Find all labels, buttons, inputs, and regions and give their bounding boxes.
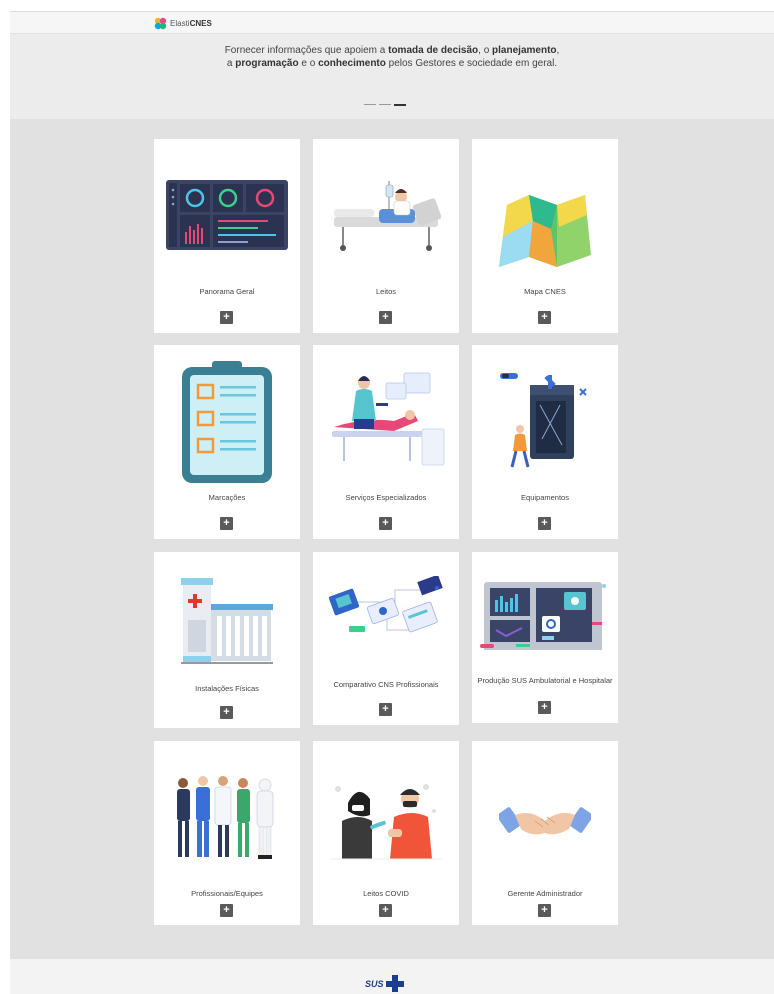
card-profissionais-equipes[interactable]: Profissionais/Equipes + — [154, 741, 300, 925]
page-frame: ElastiCNES Fornecer informações que apoi… — [10, 11, 774, 994]
carousel-indicators — [364, 103, 406, 106]
card-mapa-cnes[interactable]: Mapa CNES + — [472, 139, 618, 333]
expand-button[interactable]: + — [538, 904, 551, 917]
card-title: Instalações Físicas — [195, 684, 259, 693]
card-instalacoes-fisicas[interactable]: Instalações Físicas + — [154, 552, 300, 728]
expand-button[interactable]: + — [538, 517, 551, 530]
expand-button[interactable]: + — [220, 311, 233, 324]
production-dashboard-icon — [472, 580, 618, 650]
expand-button[interactable]: + — [379, 517, 392, 530]
tagline: Fornecer informações que apoiem a tomada… — [10, 44, 774, 70]
tagline-line-2: a programação e o conhecimento pelos Ges… — [226, 58, 558, 69]
card-marcacoes[interactable]: Marcações + — [154, 345, 300, 539]
clipboard-icon — [154, 361, 300, 485]
tagline-line-1: Fornecer informações que apoiem a tomada… — [224, 45, 560, 56]
card-equipamentos[interactable]: Equipamentos + — [472, 345, 618, 539]
carousel-indicator-active[interactable] — [394, 103, 406, 106]
equipment-cabinet-icon — [472, 369, 618, 473]
medical-exam-icon — [313, 369, 459, 469]
card-panorama-geral[interactable]: Panorama Geral + — [154, 139, 300, 333]
card-title: Serviços Especializados — [345, 493, 427, 502]
network-devices-icon — [313, 576, 459, 644]
sus-logo: SUS — [365, 975, 404, 992]
sus-logo-text: SUS — [365, 978, 384, 989]
logo-text: ElastiCNES — [170, 19, 212, 28]
card-title: Profissionais/Equipes — [191, 889, 263, 898]
card-title: Marcações — [208, 493, 246, 502]
carousel-indicator[interactable] — [364, 104, 376, 105]
card-gerente-administrador[interactable]: Gerente Administrador + — [472, 741, 618, 925]
handshake-icon — [472, 797, 618, 837]
card-title: Leitos — [375, 287, 396, 296]
card-title: Comparativo CNS Profissionais — [333, 680, 439, 689]
card-comparativo-cns[interactable]: Comparativo CNS Profissionais + — [313, 552, 459, 725]
card-title: Mapa CNES — [524, 287, 566, 296]
hero-section: Fornecer informações que apoiem a tomada… — [10, 34, 774, 119]
top-bar: ElastiCNES — [10, 11, 774, 34]
cards-grid: Panorama Geral + Leitos + Mapa CNES + Ma… — [10, 119, 774, 959]
card-leitos-covid[interactable]: Leitos COVID + — [313, 741, 459, 925]
health-team-icon — [154, 775, 300, 861]
expand-button[interactable]: + — [220, 706, 233, 719]
expand-button[interactable]: + — [379, 703, 392, 716]
footer: SUS — [10, 959, 774, 994]
dashboard-icon — [154, 179, 300, 251]
carousel-indicator[interactable] — [379, 104, 391, 105]
card-title: Panorama Geral — [199, 287, 255, 296]
card-servicos-especializados[interactable]: Serviços Especializados + — [313, 345, 459, 539]
card-title: Leitos COVID — [363, 889, 409, 898]
expand-button[interactable]: + — [379, 904, 392, 917]
expand-button[interactable]: + — [538, 311, 551, 324]
hospital-building-icon — [154, 576, 300, 668]
card-title: Produção SUS Ambulatorial e Hospitalar — [477, 676, 613, 685]
expand-button[interactable]: + — [379, 311, 392, 324]
expand-button[interactable]: + — [538, 701, 551, 714]
map-icon — [472, 191, 618, 271]
card-title: Gerente Administrador — [507, 889, 583, 898]
expand-button[interactable]: + — [220, 904, 233, 917]
card-title: Equipamentos — [521, 493, 569, 502]
expand-button[interactable]: + — [220, 517, 233, 530]
elasticnes-logo[interactable]: ElastiCNES — [154, 17, 212, 30]
card-producao-sus[interactable]: Produção SUS Ambulatorial e Hospitalar + — [472, 552, 618, 723]
sus-cross-icon — [385, 975, 404, 992]
hospital-bed-icon — [313, 179, 459, 254]
elastic-logo-icon — [154, 17, 167, 30]
card-leitos[interactable]: Leitos + — [313, 139, 459, 333]
vaccination-icon — [313, 781, 459, 861]
